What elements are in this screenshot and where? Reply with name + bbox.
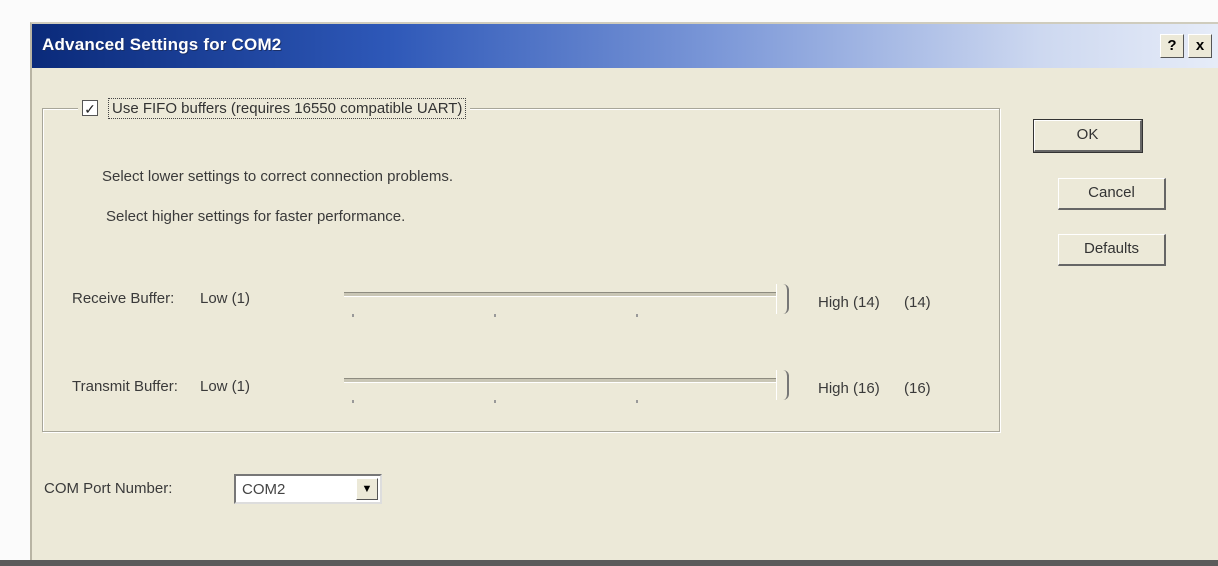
cancel-button[interactable]: Cancel — [1058, 178, 1166, 210]
receive-slider-tick — [636, 314, 638, 317]
receive-buffer-label: Receive Buffer: — [72, 290, 175, 307]
com-port-value: COM2 — [242, 481, 286, 498]
dialog-title: Advanced Settings for COM2 — [42, 35, 282, 54]
receive-slider-thumb[interactable] — [776, 284, 789, 314]
transmit-slider-tick — [636, 400, 638, 403]
ok-button[interactable]: OK — [1033, 119, 1143, 153]
title-bar[interactable]: Advanced Settings for COM2 ? x — [32, 24, 1218, 68]
transmit-low-label: Low (1) — [200, 378, 251, 395]
receive-slider-tick — [352, 314, 354, 317]
transmit-slider-tick — [494, 400, 496, 403]
dropdown-arrow-icon[interactable]: ▼ — [356, 478, 378, 500]
hint-higher-settings: Select higher settings for faster perfor… — [106, 208, 406, 225]
screen-bottom-edge — [0, 560, 1218, 566]
help-button[interactable]: ? — [1160, 34, 1184, 58]
transmit-buffer-slider[interactable] — [344, 370, 796, 420]
defaults-button[interactable]: Defaults — [1058, 234, 1166, 266]
transmit-slider-thumb[interactable] — [776, 370, 789, 400]
receive-low-label: Low (1) — [200, 290, 251, 307]
transmit-value-label: (16) — [904, 380, 931, 397]
receive-slider-track[interactable] — [344, 292, 776, 297]
receive-buffer-slider[interactable] — [344, 284, 796, 334]
transmit-high-label: High (16) — [818, 380, 880, 397]
transmit-slider-tick — [352, 400, 354, 403]
com-port-label: COM Port Number: — [44, 480, 173, 497]
receive-slider-tick — [494, 314, 496, 317]
transmit-slider-track[interactable] — [344, 378, 776, 383]
com-port-select[interactable]: COM2 ▼ — [234, 474, 382, 504]
close-button[interactable]: x — [1188, 34, 1212, 58]
fifo-checkbox-row[interactable]: ✓ Use FIFO buffers (requires 16550 compa… — [78, 94, 471, 122]
fifo-checkbox[interactable]: ✓ — [82, 100, 98, 117]
fifo-checkbox-label[interactable]: Use FIFO buffers (requires 16550 compati… — [108, 97, 467, 119]
transmit-buffer-label: Transmit Buffer: — [72, 378, 178, 395]
hint-lower-settings: Select lower settings to correct connect… — [102, 168, 453, 185]
receive-value-label: (14) — [904, 294, 931, 311]
receive-high-label: High (14) — [818, 294, 880, 311]
